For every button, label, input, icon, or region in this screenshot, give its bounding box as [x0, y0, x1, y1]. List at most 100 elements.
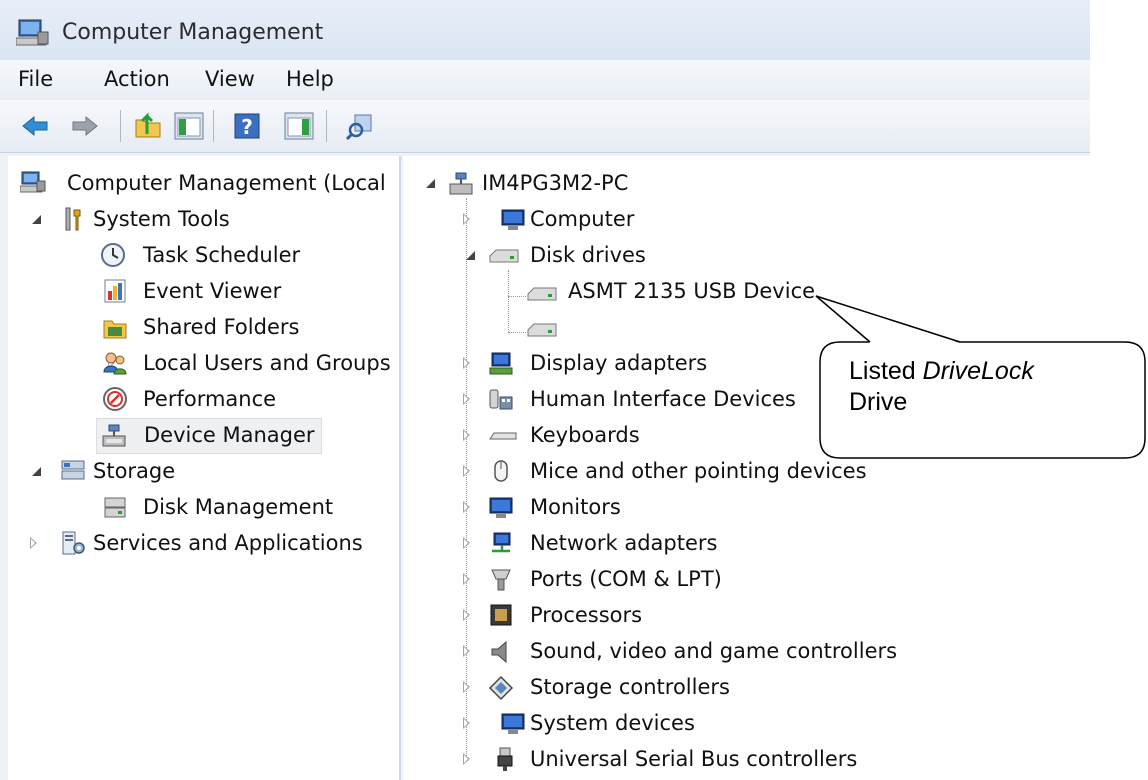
device-category-keyboards[interactable]: Keyboards: [488, 420, 788, 452]
device-category-disk-drives[interactable]: Disk drives: [488, 240, 888, 272]
users-icon: [103, 352, 127, 375]
tree-item-device-manager[interactable]: Device Manager: [96, 418, 322, 454]
device-category-storage-controllers[interactable]: Storage controllers: [488, 672, 788, 704]
tree-item-label: Computer Management (Local: [67, 171, 386, 195]
device-category-system-devices[interactable]: System devices: [488, 708, 788, 740]
collapsed-arrow-icon[interactable]: [463, 573, 470, 585]
tree-item-label: Computer: [530, 207, 635, 231]
tree-connector: [466, 198, 467, 758]
tree-item-label: Storage: [93, 459, 176, 483]
show-hide-action-pane-icon[interactable]: [284, 110, 314, 142]
tree-item-label: System devices: [530, 711, 695, 735]
processor-icon: [490, 604, 512, 626]
tree-item-label: IM4PG3M2-PC: [482, 171, 629, 195]
help-icon[interactable]: ?: [232, 110, 262, 142]
expanded-arrow-icon[interactable]: [30, 465, 42, 477]
tree-item-task-scheduler[interactable]: Task Scheduler: [100, 240, 390, 272]
collapsed-arrow-icon[interactable]: [463, 393, 470, 405]
collapsed-arrow-icon[interactable]: [463, 753, 470, 765]
tree-item-label: Human Interface Devices: [530, 387, 796, 411]
device-category-processors[interactable]: Processors: [488, 600, 788, 632]
show-hide-console-tree-icon[interactable]: [174, 110, 204, 142]
services-icon: [62, 531, 85, 555]
computer-icon: [449, 172, 473, 195]
device-category-monitors[interactable]: Monitors: [488, 492, 788, 524]
tree-item-label: Sound, video and game controllers: [530, 639, 898, 663]
tree-item-system-tools[interactable]: System Tools: [60, 204, 380, 236]
tree-item-storage[interactable]: Storage: [60, 456, 380, 488]
collapsed-arrow-icon[interactable]: [30, 537, 37, 549]
expanded-arrow-icon[interactable]: [30, 213, 42, 225]
collapsed-arrow-icon[interactable]: [463, 645, 470, 657]
collapsed-arrow-icon[interactable]: [463, 465, 470, 477]
tree-item-performance[interactable]: Performance: [100, 384, 390, 416]
device-asmt-2135-usb[interactable]: ASMT 2135 USB Device: [526, 276, 826, 308]
tree-item-computer-management[interactable]: Computer Management (Local: [20, 168, 400, 200]
tree-connector: [508, 296, 526, 297]
collapsed-arrow-icon[interactable]: [463, 213, 470, 225]
tree-item-label: Disk Management: [143, 495, 334, 519]
collapsed-arrow-icon[interactable]: [463, 681, 470, 693]
storage-controller-icon: [488, 675, 514, 701]
toolbar: [0, 100, 1090, 153]
tree-item-label: Performance: [143, 387, 277, 411]
tree-item-label: Storage controllers: [530, 675, 730, 699]
collapsed-arrow-icon[interactable]: [463, 717, 470, 729]
tree-item-local-users-and-groups[interactable]: Local Users and Groups: [100, 348, 391, 380]
hid-icon: [489, 389, 513, 410]
menu-help[interactable]: Help: [286, 67, 334, 91]
device-category-sound-video-game[interactable]: Sound, video and game controllers: [488, 636, 908, 668]
forward-arrow-icon[interactable]: [70, 110, 100, 142]
system-tools-icon: [65, 207, 81, 231]
tree-item-label: Ports (COM & LPT): [530, 567, 722, 591]
device-manager-icon: [102, 424, 126, 447]
collapsed-arrow-icon[interactable]: [463, 501, 470, 513]
keyboard-icon: [489, 432, 517, 440]
properties-icon[interactable]: [345, 110, 375, 142]
expanded-arrow-icon[interactable]: [424, 177, 436, 189]
tree-item-disk-management[interactable]: Disk Management: [100, 492, 390, 524]
monitor-icon: [501, 713, 525, 734]
disk-drive-icon: [527, 323, 557, 337]
tree-item-event-viewer[interactable]: Event Viewer: [100, 276, 390, 308]
up-folder-icon[interactable]: [133, 110, 163, 142]
device-category-mice[interactable]: Mice and other pointing devices: [488, 456, 888, 488]
menu-file[interactable]: File: [18, 67, 53, 91]
title-bar: Computer Management: [0, 0, 1090, 60]
window-title: Computer Management: [62, 20, 324, 45]
performance-gauge-icon: [103, 387, 127, 411]
toolbar-separator: [120, 110, 121, 142]
tree-item-label: Disk drives: [530, 243, 646, 267]
collapsed-arrow-icon[interactable]: [463, 537, 470, 549]
tree-item-services-and-applications[interactable]: Services and Applications: [60, 528, 390, 560]
collapsed-arrow-icon[interactable]: [463, 429, 470, 441]
device-category-usb-controllers[interactable]: Universal Serial Bus controllers: [488, 744, 888, 776]
menu-action[interactable]: Action: [104, 67, 170, 91]
expanded-arrow-icon[interactable]: [464, 249, 476, 261]
tree-item-shared-folders[interactable]: Shared Folders: [100, 312, 390, 344]
device-category-network-adapters[interactable]: Network adapters: [488, 528, 788, 560]
device-category-ports[interactable]: Ports (COM & LPT): [488, 564, 788, 596]
tree-item-label: Shared Folders: [143, 315, 300, 339]
menu-view[interactable]: View: [205, 67, 255, 91]
clock-icon: [101, 243, 125, 267]
tree-item-label: Event Viewer: [143, 279, 282, 303]
collapsed-arrow-icon[interactable]: [463, 609, 470, 621]
toolbar-separator: [326, 110, 327, 142]
back-arrow-icon[interactable]: [20, 110, 50, 142]
tree-item-label: Task Scheduler: [143, 243, 301, 267]
toolbar-separator: [213, 110, 214, 142]
device-tree-root[interactable]: IM4PG3M2-PC: [448, 168, 848, 200]
tree-connector: [508, 270, 509, 332]
display-adapter-icon: [489, 352, 513, 375]
svg-text:?: ?: [241, 115, 253, 139]
collapsed-arrow-icon[interactable]: [463, 357, 470, 369]
tree-item-label: Monitors: [530, 495, 621, 519]
monitor-icon: [489, 497, 513, 518]
device-category-human-interface-devices[interactable]: Human Interface Devices: [488, 384, 808, 416]
device-unnamed-disk[interactable]: [526, 312, 586, 344]
device-category-display-adapters[interactable]: Display adapters: [488, 348, 788, 380]
mouse-icon: [494, 460, 508, 482]
port-icon: [491, 569, 511, 591]
device-category-computer[interactable]: Computer: [488, 204, 888, 236]
